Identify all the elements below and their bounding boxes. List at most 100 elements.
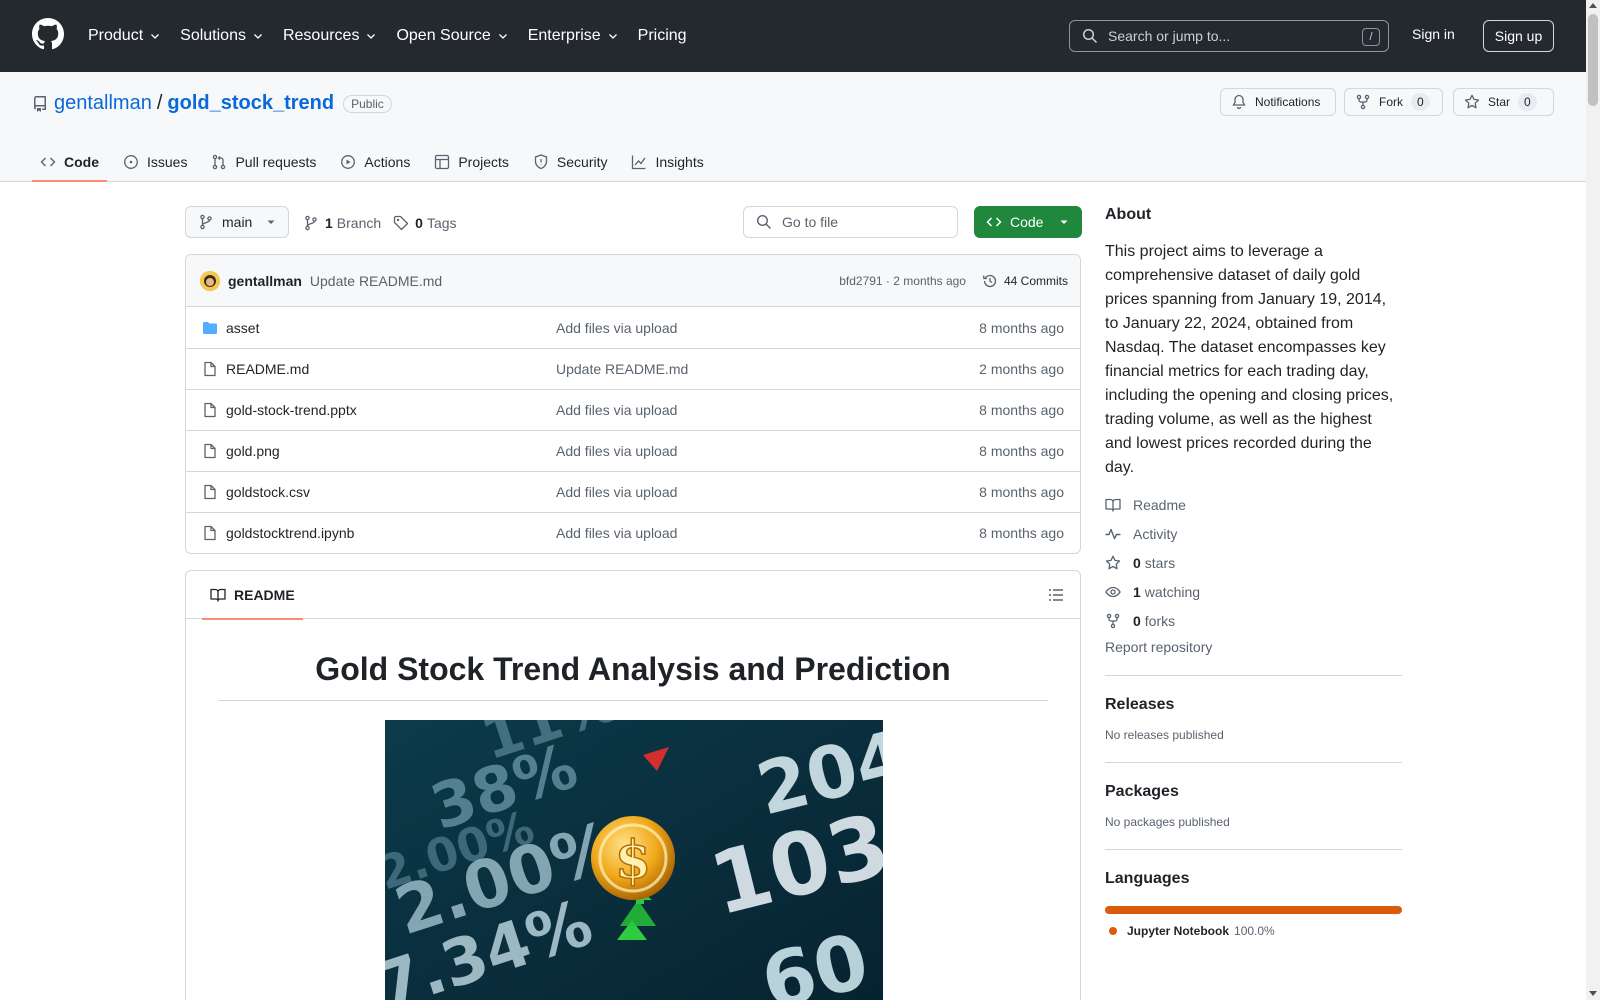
tab-issues[interactable]: Issues bbox=[115, 142, 195, 182]
file-row[interactable]: asset Add files via upload 8 months ago bbox=[186, 307, 1080, 348]
nav-resources[interactable]: Resources bbox=[283, 27, 377, 45]
file-name-link[interactable]: gold-stock-trend.pptx bbox=[226, 402, 556, 418]
tab-pull-requests[interactable]: Pull requests bbox=[203, 142, 324, 182]
commit-sha-time[interactable]: bfd2791 · 2 months ago bbox=[839, 274, 966, 288]
watching-count: 1 bbox=[1133, 583, 1141, 600]
packages-heading[interactable]: Packages bbox=[1105, 783, 1402, 801]
readme-tab[interactable]: README bbox=[202, 571, 303, 620]
commits-history-link[interactable]: 44 Commits bbox=[982, 273, 1068, 289]
tab-security[interactable]: Security bbox=[525, 142, 616, 182]
commit-author-link[interactable]: gentallman bbox=[228, 273, 302, 289]
file-name-link[interactable]: goldstock.csv bbox=[226, 484, 556, 500]
language-color-dot bbox=[1109, 927, 1117, 935]
file-name-link[interactable]: asset bbox=[226, 320, 556, 336]
sign-in-link[interactable]: Sign in bbox=[1412, 26, 1455, 42]
watching-label: watching bbox=[1144, 583, 1201, 600]
scroll-up-arrow-icon[interactable] bbox=[1589, 3, 1597, 8]
nav-open-source[interactable]: Open Source bbox=[396, 27, 508, 45]
file-row[interactable]: goldstock.csv Add files via upload 8 month… bbox=[186, 471, 1080, 512]
github-logo-icon[interactable] bbox=[32, 18, 64, 50]
search-icon bbox=[756, 214, 771, 229]
code-dropdown-button[interactable]: Code bbox=[974, 206, 1082, 238]
commits-count: 44 Commits bbox=[1003, 273, 1068, 288]
language-item[interactable]: Jupyter Notebook 100.0% bbox=[1105, 924, 1402, 938]
file-commit-message-link[interactable]: Add files via upload bbox=[556, 402, 677, 418]
global-header: Product Solutions Resources Open Source … bbox=[0, 0, 1586, 72]
branch-icon bbox=[305, 215, 317, 231]
nav-enterprise[interactable]: Enterprise bbox=[528, 27, 619, 45]
file-name-link[interactable]: gold.png bbox=[226, 443, 556, 459]
activity-link[interactable]: Activity bbox=[1105, 519, 1402, 548]
scrollbar-track[interactable] bbox=[1586, 0, 1600, 1000]
caret-down-icon bbox=[1060, 220, 1068, 224]
file-icon bbox=[204, 443, 216, 459]
chevron-down-icon bbox=[498, 34, 507, 39]
readme-hero-image[interactable]: 11% 38% 2.00% 2.00% 7.34% 204 103 60 $ bbox=[385, 720, 883, 1000]
file-row[interactable]: gold-stock-trend.pptx Add files via uploa… bbox=[186, 389, 1080, 430]
stars-label: stars bbox=[1144, 554, 1176, 571]
star-button[interactable]: Star 0 bbox=[1453, 88, 1554, 116]
readme-link[interactable]: Readme bbox=[1105, 490, 1402, 519]
scrollbar-thumb[interactable] bbox=[1588, 14, 1598, 106]
tab-label: Actions bbox=[364, 154, 411, 170]
fork-label: Fork bbox=[1379, 95, 1403, 109]
branch-icon bbox=[200, 214, 212, 230]
repo-name-link[interactable]: gold_stock_trend bbox=[167, 92, 334, 115]
readme-header: README bbox=[186, 571, 1080, 620]
outline-list-icon[interactable] bbox=[1048, 587, 1064, 603]
file-icon bbox=[204, 484, 216, 500]
file-row[interactable]: gold.png Add files via upload 8 months ago bbox=[186, 430, 1080, 471]
file-commit-message-link[interactable]: Add files via upload bbox=[556, 320, 677, 336]
file-commit-message-link[interactable]: Update README.md bbox=[556, 361, 688, 377]
file-commit-date: 8 months ago bbox=[979, 443, 1064, 459]
scroll-down-arrow-icon[interactable] bbox=[1589, 991, 1597, 996]
commit-message-link[interactable]: Update README.md bbox=[310, 273, 442, 289]
tab-insights[interactable]: Insights bbox=[623, 142, 711, 182]
repo-owner-link[interactable]: gentallman bbox=[54, 92, 152, 115]
file-commit-message-link[interactable]: Add files via upload bbox=[556, 525, 677, 541]
watching-link[interactable]: 1 watching bbox=[1105, 577, 1402, 606]
releases-heading[interactable]: Releases bbox=[1105, 696, 1402, 714]
chevron-down-icon bbox=[608, 34, 617, 39]
file-icon bbox=[204, 361, 216, 377]
tab-projects[interactable]: Projects bbox=[426, 142, 517, 182]
stars-link[interactable]: 0 stars bbox=[1105, 548, 1402, 577]
sign-up-button[interactable]: Sign up bbox=[1483, 20, 1554, 52]
tab-actions[interactable]: Actions bbox=[332, 142, 418, 182]
repo-sidebar: About This project aims to leverage a co… bbox=[1105, 206, 1402, 938]
file-name-link[interactable]: README.md bbox=[226, 361, 556, 377]
notifications-button[interactable]: Notifications bbox=[1220, 88, 1336, 116]
forks-link[interactable]: 0 forks bbox=[1105, 606, 1402, 635]
nav-solutions[interactable]: Solutions bbox=[180, 27, 264, 45]
fork-button[interactable]: Fork 0 bbox=[1344, 88, 1443, 116]
activity-link-label: Activity bbox=[1133, 525, 1178, 542]
about-heading: About bbox=[1105, 206, 1152, 223]
file-name-link[interactable]: goldstocktrend.ipynb bbox=[226, 525, 556, 541]
avatar[interactable] bbox=[200, 270, 220, 291]
history-icon bbox=[983, 274, 997, 287]
issue-icon bbox=[124, 155, 138, 169]
chevron-down-icon bbox=[151, 34, 160, 39]
language-percent: 100.0% bbox=[1234, 924, 1275, 938]
branch-count[interactable]: 1 bbox=[325, 215, 333, 231]
nav-label: Resources bbox=[282, 27, 360, 44]
avatar-face-icon bbox=[200, 270, 220, 291]
nav-pricing[interactable]: Pricing bbox=[638, 27, 687, 45]
readme-tab-label: README bbox=[234, 586, 295, 603]
nav-product[interactable]: Product bbox=[88, 27, 161, 45]
stars-count: 0 bbox=[1133, 554, 1141, 571]
file-row[interactable]: README.md Update README.md 2 months ago bbox=[186, 348, 1080, 389]
report-repository-link[interactable]: Report repository bbox=[1105, 639, 1402, 655]
file-commit-message-link[interactable]: Add files via upload bbox=[556, 484, 677, 500]
readme-panel: README Gold Stock Trend Analysis and Pre… bbox=[185, 570, 1081, 1000]
tab-code[interactable]: Code bbox=[32, 142, 107, 182]
go-to-file-input[interactable]: Go to file bbox=[743, 206, 958, 238]
search-input[interactable]: Search or jump to... / bbox=[1069, 20, 1389, 52]
file-commit-message-link[interactable]: Add files via upload bbox=[556, 443, 677, 459]
file-row[interactable]: goldstocktrend.ipynb Add files via upload… bbox=[186, 512, 1080, 553]
branch-count-label[interactable]: Branch bbox=[337, 215, 381, 231]
branch-selector[interactable]: main bbox=[185, 206, 289, 238]
tag-count-label[interactable]: Tags bbox=[427, 215, 457, 231]
visibility-badge: Public bbox=[343, 94, 392, 113]
tag-count[interactable]: 0 bbox=[415, 215, 423, 231]
